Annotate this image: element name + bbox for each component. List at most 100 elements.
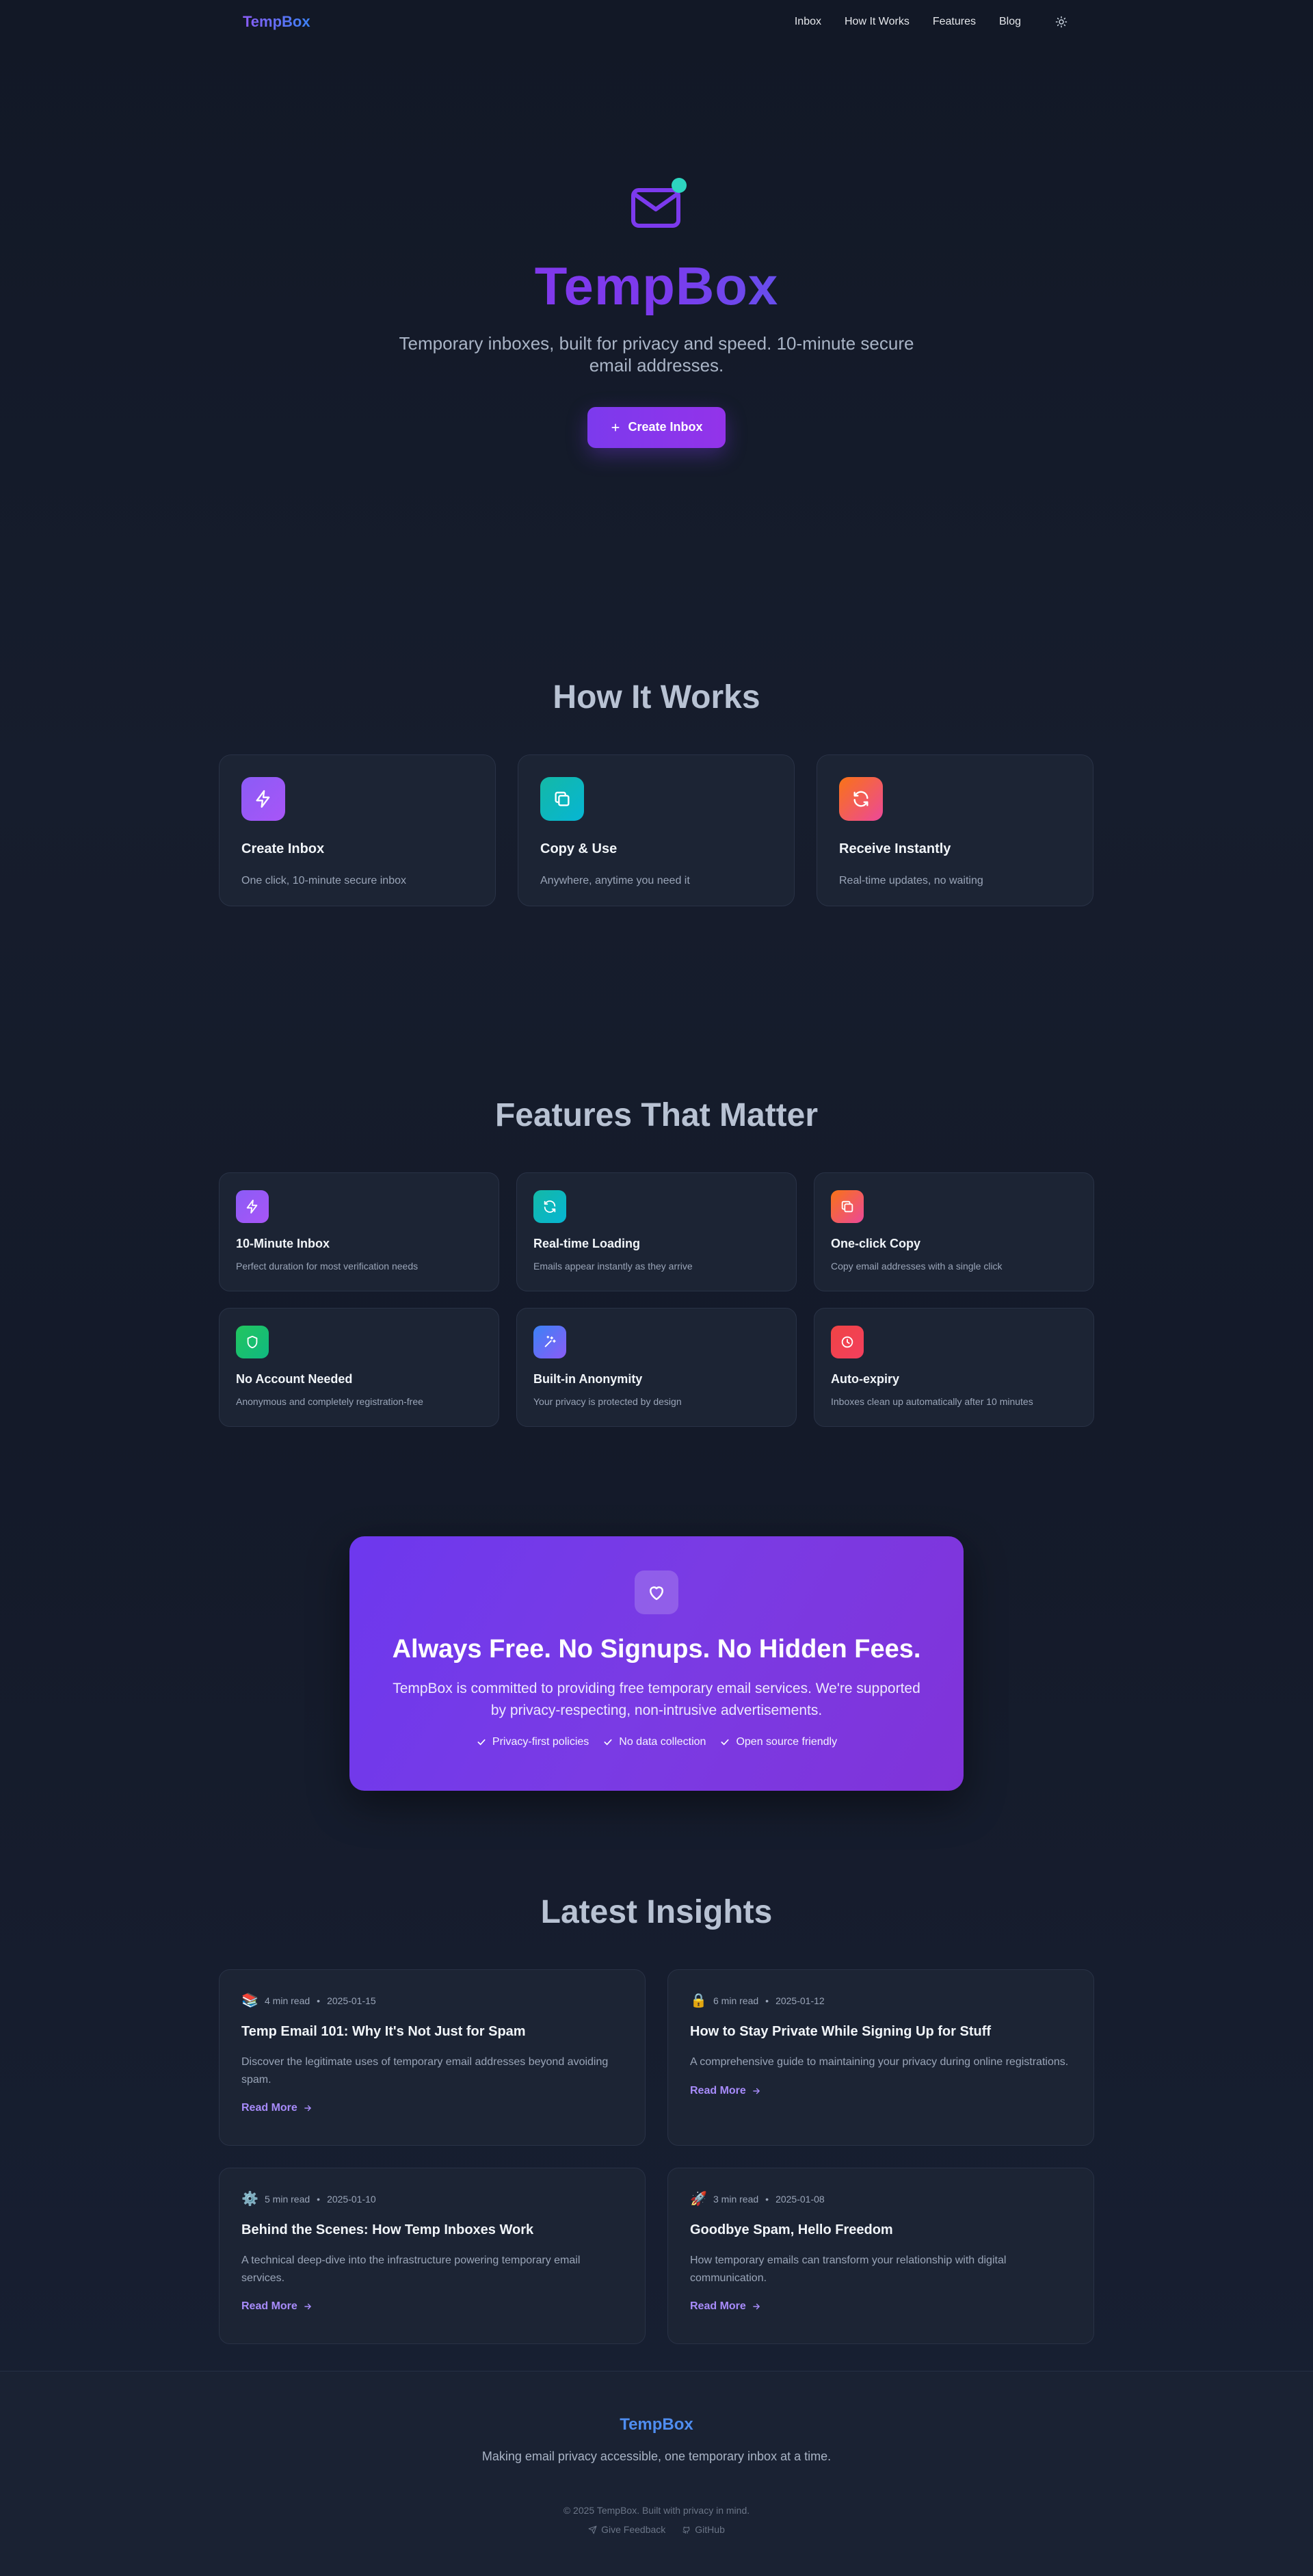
features-section: Features That Matter 10-Minute Inbox Per… <box>0 906 1313 1427</box>
post-card: ⚙️ 5 min read • 2025-01-10 Behind the Sc… <box>219 2168 646 2344</box>
meta-separator: • <box>317 1995 321 2006</box>
read-more-label: Read More <box>241 2300 297 2313</box>
arrow-right-icon <box>752 2088 760 2094</box>
post-date: 2025-01-12 <box>775 1995 825 2006</box>
post-excerpt: How temporary emails can transform your … <box>690 2255 1007 2284</box>
posts-grid: 📚 4 min read • 2025-01-15 Temp Email 101… <box>219 1969 1094 2344</box>
feature-title: One-click Copy <box>831 1237 921 1250</box>
feature-card-no-account-needed: No Account Needed Anonymous and complete… <box>219 1308 499 1427</box>
lightning-icon <box>236 1190 269 1223</box>
cta-title: Always Free. No Signups. No Hidden Fees. <box>392 1635 921 1664</box>
create-inbox-button[interactable]: Create Inbox <box>587 406 726 448</box>
cta-badge-label: Privacy-first policies <box>492 1736 589 1748</box>
how-card-receive-instantly: Receive Instantly Real-time updates, no … <box>817 754 1093 906</box>
rocket-icon: 🚀 <box>690 2192 707 2207</box>
arrow-right-icon <box>752 2303 760 2310</box>
post-excerpt: Discover the legitimate uses of temporar… <box>241 2056 609 2086</box>
post-meta: ⚙️ 5 min read • 2025-01-10 <box>241 2190 623 2207</box>
meta-separator: • <box>765 1995 769 2006</box>
feature-text: Copy email addresses with a single click <box>831 1261 1003 1272</box>
read-more-link[interactable]: Read More <box>241 2300 623 2313</box>
how-card-title: Copy & Use <box>540 841 618 856</box>
free-cta-banner: Always Free. No Signups. No Hidden Fees.… <box>349 1536 964 1791</box>
how-card-text: Real-time updates, no waiting <box>839 875 983 886</box>
how-card-title: Receive Instantly <box>839 841 951 856</box>
copy-icon <box>540 777 584 821</box>
footer-copyright: © 2025 TempBox. Built with privacy in mi… <box>563 2505 750 2516</box>
nav-link-blog[interactable]: Blog <box>999 16 1021 28</box>
meta-separator: • <box>765 2193 769 2205</box>
post-card: 🔒 6 min read • 2025-01-12 How to Stay Pr… <box>667 1969 1094 2146</box>
how-it-works-title: How It Works <box>553 679 760 715</box>
sun-icon <box>1055 16 1067 28</box>
check-icon <box>477 1739 486 1746</box>
check-icon <box>604 1739 612 1746</box>
hero-section: TempBox Temporary inboxes, built for pri… <box>0 44 1313 591</box>
feature-text: Inboxes clean up automatically after 10 … <box>831 1396 1033 1407</box>
give-feedback-label: Give Feedback <box>601 2524 666 2535</box>
cta-badge: Privacy-first policies <box>476 1736 589 1748</box>
insights-title: Latest Insights <box>540 1894 773 1930</box>
mail-icon <box>624 174 689 239</box>
read-more-link[interactable]: Read More <box>690 2085 1072 2097</box>
post-date: 2025-01-08 <box>775 2193 825 2205</box>
books-icon: 📚 <box>241 1993 258 2008</box>
nav-link-how-it-works[interactable]: How It Works <box>845 16 910 28</box>
post-read-time: 3 min read <box>713 2193 759 2205</box>
feature-text: Your privacy is protected by design <box>533 1396 682 1407</box>
check-icon <box>721 1739 729 1746</box>
theme-toggle-button[interactable] <box>1052 13 1070 31</box>
post-meta: 📚 4 min read • 2025-01-15 <box>241 1992 623 2009</box>
footer-links: Give Feedback GitHub <box>0 2524 1313 2535</box>
post-title[interactable]: Goodbye Spam, Hello Freedom <box>690 2222 1072 2238</box>
gear-icon: ⚙️ <box>241 2192 258 2207</box>
notification-dot <box>672 178 687 193</box>
hero-title: TempBox <box>0 257 1313 316</box>
copy-icon <box>831 1190 864 1223</box>
nav-brand[interactable]: TempBox <box>243 13 310 31</box>
how-it-works-grid: Create Inbox One click, 10-minute secure… <box>219 754 1094 906</box>
lock-icon: 🔒 <box>690 1993 707 2008</box>
post-read-time: 6 min read <box>713 1995 759 2006</box>
feature-card-10-minute-inbox: 10-Minute Inbox Perfect duration for mos… <box>219 1172 499 1291</box>
github-link[interactable]: GitHub <box>682 2524 725 2535</box>
feature-card-real-time-loading: Real-time Loading Emails appear instantl… <box>516 1172 797 1291</box>
nav-link-inbox[interactable]: Inbox <box>795 16 821 28</box>
latest-insights-section: Latest Insights 📚 4 min read • 2025-01-1… <box>0 1791 1313 2344</box>
clock-icon <box>831 1326 864 1358</box>
feature-text: Perfect duration for most verification n… <box>236 1261 419 1272</box>
post-title[interactable]: How to Stay Private While Signing Up for… <box>690 2024 1072 2040</box>
nav-link-features[interactable]: Features <box>933 16 976 28</box>
post-excerpt: A technical deep-dive into the infrastru… <box>241 2255 581 2284</box>
how-card-copy-use: Copy & Use Anywhere, anytime you need it <box>518 754 795 906</box>
read-more-label: Read More <box>690 2084 746 2097</box>
feature-text: Emails appear instantly as they arrive <box>533 1261 693 1272</box>
footer-brand: TempBox <box>620 2415 693 2434</box>
give-feedback-link[interactable]: Give Feedback <box>588 2524 665 2535</box>
how-card-title: Create Inbox <box>241 841 325 856</box>
cta-badge: Open source friendly <box>719 1736 837 1748</box>
read-more-label: Read More <box>241 2102 297 2114</box>
read-more-label: Read More <box>690 2300 746 2313</box>
feature-title: Auto-expiry <box>831 1372 900 1386</box>
footer-tagline: Making email privacy accessible, one tem… <box>481 2449 832 2463</box>
arrow-right-icon <box>304 2105 311 2112</box>
features-title: Features That Matter <box>494 1097 819 1133</box>
post-card: 🚀 3 min read • 2025-01-08 Goodbye Spam, … <box>667 2168 1094 2344</box>
read-more-link[interactable]: Read More <box>690 2300 1072 2313</box>
post-read-time: 5 min read <box>265 2193 310 2205</box>
arrow-right-icon <box>304 2303 311 2310</box>
feature-card-built-in-anonymity: Built-in Anonymity Your privacy is prote… <box>516 1308 797 1427</box>
github-icon <box>682 2526 690 2534</box>
read-more-link[interactable]: Read More <box>241 2102 623 2114</box>
post-title[interactable]: Behind the Scenes: How Temp Inboxes Work <box>241 2222 623 2238</box>
create-inbox-label: Create Inbox <box>628 420 703 434</box>
shield-icon <box>236 1326 269 1358</box>
refresh-icon <box>533 1190 566 1223</box>
feature-title: 10-Minute Inbox <box>236 1237 330 1250</box>
post-title[interactable]: Temp Email 101: Why It's Not Just for Sp… <box>241 2024 623 2040</box>
cta-badge-label: No data collection <box>619 1736 706 1748</box>
how-card-text: One click, 10-minute secure inbox <box>241 875 406 886</box>
feature-text: Anonymous and completely registration-fr… <box>236 1396 423 1407</box>
post-date: 2025-01-10 <box>327 2193 376 2205</box>
